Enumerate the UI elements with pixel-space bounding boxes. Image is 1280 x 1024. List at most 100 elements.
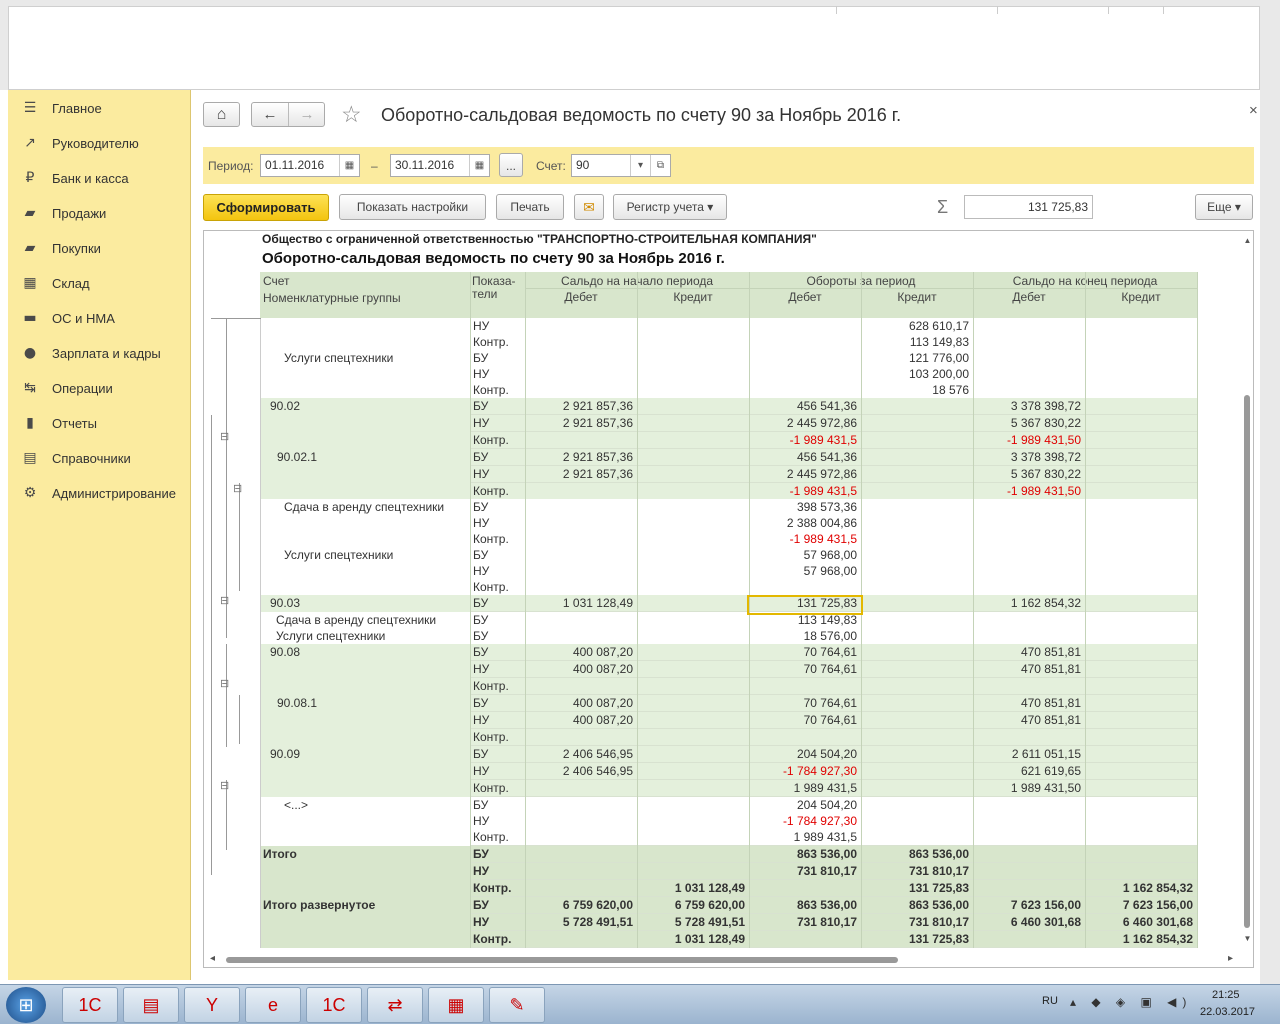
indicator-cell: БУ xyxy=(473,696,489,710)
register-button[interactable]: Регистр учета ▾ xyxy=(613,194,727,220)
value-cell xyxy=(861,628,973,644)
value-cell xyxy=(637,466,749,482)
ie-icon[interactable]: e xyxy=(245,987,301,1023)
value-cell xyxy=(637,350,749,366)
forward-button[interactable]: → xyxy=(289,103,325,126)
value-cell xyxy=(637,612,749,628)
account-cell: 90.02 xyxy=(270,399,301,413)
sidebar-item[interactable]: ▰ Продажи xyxy=(8,196,191,231)
value-cell xyxy=(973,382,1085,398)
sidebar-item[interactable]: ☰ Главное xyxy=(8,91,191,126)
sidebar-item[interactable]: ▮ Отчеты xyxy=(8,406,191,441)
horizontal-scroll-thumb[interactable] xyxy=(226,957,898,963)
collapse-icon[interactable]: ⊟ xyxy=(220,780,232,792)
clock-date[interactable]: 22.03.2017 xyxy=(1200,1006,1255,1018)
close-icon[interactable]: × xyxy=(1249,102,1258,119)
collapse-icon[interactable]: ⊟ xyxy=(233,483,245,495)
value-cell: 70 764,61 xyxy=(803,645,857,659)
organization-name: Общество с ограниченной ответственностью… xyxy=(262,232,817,246)
report-area[interactable]: Общество с ограниченной ответственностью… xyxy=(203,230,1254,968)
more-button[interactable]: Еще ▾ xyxy=(1195,194,1253,220)
calculator-icon[interactable]: ▦ xyxy=(428,987,484,1023)
header-account: Счет xyxy=(263,274,290,288)
print-button[interactable]: Печать xyxy=(496,194,564,220)
home-button[interactable]: ⌂ xyxy=(203,102,240,127)
value-cell: 863 536,00 xyxy=(796,898,857,912)
value-cell xyxy=(525,366,637,382)
value-cell: 6 759 620,00 xyxy=(674,898,745,912)
vertical-scroll-thumb[interactable] xyxy=(1244,395,1250,928)
scroll-down-icon[interactable]: ▼ xyxy=(1241,934,1253,943)
account-field[interactable]: 90 ▾ ⧉ xyxy=(571,154,671,177)
tray-icons[interactable]: ▴ ◆ ◈ ▣ ◀) xyxy=(1070,995,1192,1009)
scroll-up-icon[interactable]: ▲ xyxy=(1241,236,1253,245)
value-cell xyxy=(749,880,861,896)
value-cell xyxy=(637,531,749,547)
barchart-icon: ▮ xyxy=(26,415,34,431)
person-icon: ● xyxy=(23,345,37,361)
account-cell: 90.08 xyxy=(270,645,301,659)
generate-button[interactable]: Сформировать xyxy=(203,194,329,221)
sidebar-item[interactable]: ● Зарплата и кадры xyxy=(8,336,191,371)
date-to-field[interactable]: 30.11.2016 ▦ xyxy=(390,154,490,177)
favorite-star-icon[interactable]: ☆ xyxy=(341,101,362,127)
value-cell xyxy=(973,829,1085,845)
value-cell: 731 810,17 xyxy=(796,864,857,878)
value-cell xyxy=(1085,813,1197,829)
sidebar-item[interactable]: ▬ ОС и НМА xyxy=(8,301,191,336)
start-button[interactable]: ⊞ xyxy=(6,987,46,1023)
value-cell xyxy=(637,661,749,677)
page-title: Оборотно-сальдовая ведомость по счету 90… xyxy=(381,105,902,125)
divider xyxy=(525,272,526,318)
sidebar-item[interactable]: ▰ Покупки xyxy=(8,231,191,266)
paint-icon[interactable]: ✎ xyxy=(489,987,545,1023)
sidebar-item-label: ОС и НМА xyxy=(52,311,115,326)
explorer-icon[interactable]: ▤ xyxy=(123,987,179,1023)
navigation-buttons: ← → xyxy=(251,102,325,127)
indicator-cell: НУ xyxy=(473,564,490,578)
value-cell xyxy=(637,415,749,431)
collapse-icon[interactable]: ⊟ xyxy=(220,678,232,690)
sidebar-item[interactable]: ▤ Справочники xyxy=(8,441,191,476)
1c-enterprise-icon[interactable]: 1С xyxy=(306,987,362,1023)
value-cell xyxy=(525,729,637,745)
value-cell xyxy=(1085,661,1197,677)
teamviewer-icon[interactable]: ⇄ xyxy=(367,987,423,1023)
clock-time[interactable]: 21:25 xyxy=(1212,989,1240,1001)
value-cell: 470 851,81 xyxy=(1020,696,1081,710)
dropdown-icon[interactable]: ▾ xyxy=(630,155,650,176)
calendar-icon[interactable]: ▦ xyxy=(469,155,489,176)
language-indicator[interactable]: RU xyxy=(1042,995,1058,1007)
1c-app-icon[interactable]: 1С xyxy=(62,987,118,1023)
selected-cell xyxy=(747,595,863,615)
scroll-right-icon[interactable]: ▸ xyxy=(1228,953,1233,964)
back-button[interactable]: ← xyxy=(252,103,288,126)
indicator-cell: Контр. xyxy=(473,532,509,546)
vertical-scrollbar[interactable]: ▲ ▼ xyxy=(1241,231,1253,952)
period-select-button[interactable]: ... xyxy=(499,153,523,177)
value-cell xyxy=(861,661,973,677)
value-cell: 2 406 546,95 xyxy=(562,764,633,778)
open-icon[interactable]: ⧉ xyxy=(650,155,670,176)
collapse-icon[interactable]: ⊟ xyxy=(220,595,232,607)
sidebar-item[interactable]: ₽ Банк и касса xyxy=(8,161,191,196)
sidebar-item[interactable]: ⚙ Администрирование xyxy=(8,476,191,511)
value-cell xyxy=(973,366,1085,382)
sidebar-item[interactable]: ↗ Руководителю xyxy=(8,126,191,161)
divider xyxy=(861,272,862,318)
yandex-browser-icon[interactable]: Y xyxy=(184,987,240,1023)
scroll-left-icon[interactable]: ◂ xyxy=(210,953,215,964)
value-cell xyxy=(749,729,861,745)
date-from-field[interactable]: 01.11.2016 ▦ xyxy=(260,154,360,177)
calendar-icon[interactable]: ▦ xyxy=(339,155,359,176)
value-cell xyxy=(1085,415,1197,431)
value-cell: 628 610,17 xyxy=(908,319,969,333)
sidebar-item-label: Отчеты xyxy=(52,416,97,431)
show-settings-button[interactable]: Показать настройки xyxy=(339,194,486,220)
collapse-icon[interactable]: ⊟ xyxy=(220,431,232,443)
tree-line xyxy=(226,644,227,747)
sidebar-item[interactable]: ↹ Операции xyxy=(8,371,191,406)
indicator-cell: БУ xyxy=(473,645,489,659)
sidebar-item[interactable]: ▦ Склад xyxy=(8,266,191,301)
mail-button[interactable]: ✉ xyxy=(574,194,604,220)
